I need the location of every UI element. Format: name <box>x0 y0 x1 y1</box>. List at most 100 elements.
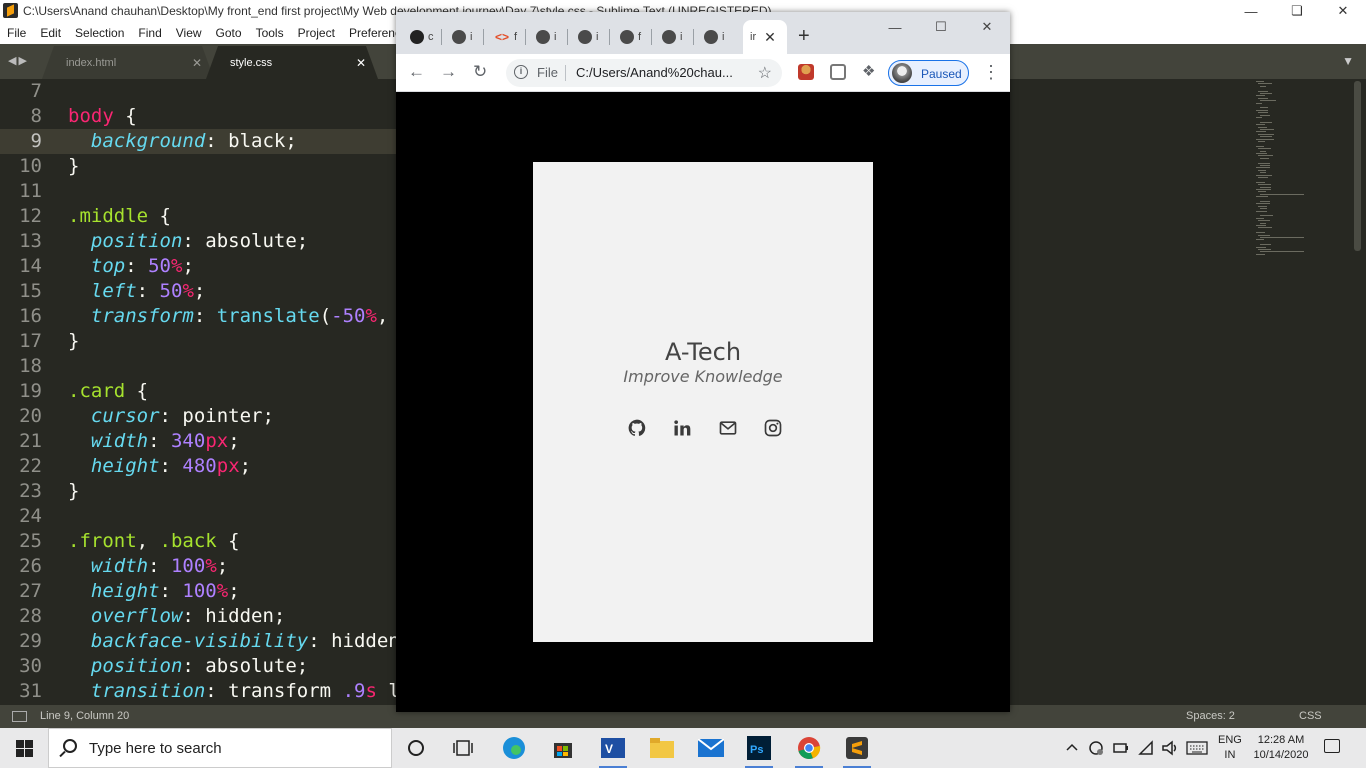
menu-project[interactable]: Project <box>291 22 342 44</box>
github-icon[interactable] <box>625 416 649 440</box>
code-token: % <box>182 280 194 302</box>
code-line[interactable]: 9 background: black; <box>0 129 400 154</box>
new-tab-button[interactable]: + <box>798 26 810 46</box>
browser-tab[interactable]: i <box>696 24 736 50</box>
panel-toggle-icon[interactable] <box>12 711 27 722</box>
syntax-setting[interactable]: CSS <box>1299 710 1322 722</box>
code-token: { <box>216 530 240 552</box>
menu-edit[interactable]: Edit <box>33 22 68 44</box>
tab-index-html[interactable]: index.html ✕ <box>42 46 214 79</box>
tab-label: c <box>428 31 434 43</box>
task-view-icon[interactable] <box>447 732 479 764</box>
forward-button[interactable]: → <box>440 63 457 81</box>
cursor-position[interactable]: Line 9, Column 20 <box>40 710 129 722</box>
browser-tab[interactable]: i <box>570 24 610 50</box>
chrome-app-icon[interactable] <box>793 732 825 768</box>
photoshop-icon[interactable]: Ps <box>743 732 775 768</box>
reload-button[interactable]: ↻ <box>473 63 487 81</box>
minimap-line <box>1260 85 1266 87</box>
linkedin-icon[interactable] <box>670 416 694 440</box>
chrome-menu-icon[interactable]: ⋮ <box>982 63 1000 81</box>
extensions-puzzle-icon[interactable]: ❖ <box>862 62 878 80</box>
browser-tab[interactable]: i <box>654 24 694 50</box>
line-number: 12 <box>19 205 42 227</box>
code-token: .middle <box>68 205 149 227</box>
notifications-icon[interactable] <box>1324 739 1340 753</box>
back-button[interactable]: ← <box>408 63 425 81</box>
profile-card[interactable]: A-Tech Improve Knowledge <box>533 162 873 642</box>
minimap[interactable] <box>1252 79 1350 269</box>
taskbar-search[interactable]: Type here to search <box>48 728 392 768</box>
battery-icon[interactable] <box>1113 742 1129 754</box>
menu-selection[interactable]: Selection <box>68 22 131 44</box>
tab-nav-arrows-icon[interactable]: ◀▶ <box>8 54 29 67</box>
code-token: .back <box>159 530 217 552</box>
browser-tab[interactable]: i <box>528 24 568 50</box>
restore-icon[interactable]: ❏ <box>1274 0 1320 22</box>
code-token: 340 <box>170 430 206 452</box>
visual-studio-icon[interactable]: V <box>597 732 629 768</box>
maximize-icon[interactable]: ☐ <box>918 12 964 42</box>
extension-bag-icon[interactable] <box>830 64 846 80</box>
profile-button[interactable]: Paused <box>888 60 969 86</box>
browser-tab[interactable]: c <box>402 24 442 50</box>
clock[interactable]: 12:28 AM 10/14/2020 <box>1250 733 1312 763</box>
tab-style-css[interactable]: style.css ✕ <box>206 46 378 79</box>
social-links <box>625 416 785 440</box>
sublime-app-icon[interactable] <box>841 732 873 768</box>
input-language[interactable]: ENG IN <box>1218 733 1242 763</box>
minimap-line <box>1256 217 1264 219</box>
menu-file[interactable]: File <box>0 22 33 44</box>
editor-scrollbar[interactable] <box>1354 81 1361 251</box>
menu-find[interactable]: Find <box>131 22 168 44</box>
tab-close-icon[interactable]: ✕ <box>192 56 202 70</box>
minimize-icon[interactable]: — <box>1228 0 1274 22</box>
address-bar[interactable]: i File C:/Users/Anand%20chau... ☆ <box>506 59 782 87</box>
windows-logo-icon <box>15 739 33 757</box>
minimap-line <box>1258 133 1274 135</box>
close-icon[interactable]: ✕ <box>1320 0 1366 22</box>
edge-icon[interactable] <box>498 732 530 764</box>
code-token: : <box>159 455 183 477</box>
tab-label: f <box>514 31 518 43</box>
code-token: : <box>159 580 183 602</box>
close-icon[interactable]: ✕ <box>964 12 1010 42</box>
file-explorer-icon[interactable] <box>646 732 678 764</box>
minimize-icon[interactable]: — <box>872 12 918 42</box>
browser-tab[interactable]: <> f <box>486 24 526 50</box>
tab-list-dropdown-icon[interactable]: ▼ <box>1342 54 1354 68</box>
browser-tab[interactable]: f <box>612 24 652 50</box>
mail-icon[interactable] <box>716 416 740 440</box>
instagram-icon[interactable] <box>761 416 785 440</box>
indentation-setting[interactable]: Spaces: 2 <box>1186 710 1235 722</box>
omnibox-divider <box>565 65 566 81</box>
profile-status: Paused <box>921 67 962 81</box>
cortana-icon[interactable] <box>400 732 432 764</box>
network-status-icon[interactable] <box>1088 740 1104 756</box>
keyboard-icon[interactable] <box>1186 741 1208 755</box>
store-icon[interactable] <box>547 732 579 764</box>
minimap-line <box>1256 109 1268 111</box>
volume-icon[interactable] <box>1161 740 1179 756</box>
line-number: 15 <box>19 280 42 302</box>
menu-tools[interactable]: Tools <box>249 22 291 44</box>
code-token: { <box>113 105 137 127</box>
tab-close-icon[interactable]: ✕ <box>356 56 366 70</box>
mail-app-icon[interactable] <box>695 732 727 764</box>
menu-view[interactable]: View <box>169 22 209 44</box>
extension-icon[interactable] <box>798 64 814 80</box>
tray-expand-icon[interactable] <box>1066 742 1078 752</box>
url-text[interactable]: C:/Users/Anand%20chau... <box>576 65 746 80</box>
code-token: .9 <box>342 680 366 702</box>
line-number: 13 <box>19 230 42 252</box>
site-info-icon[interactable]: i <box>514 65 528 79</box>
close-tab-icon[interactable]: ✕ <box>764 29 776 46</box>
start-button[interactable] <box>0 728 48 768</box>
menu-goto[interactable]: Goto <box>209 22 249 44</box>
browser-tab[interactable]: i <box>444 24 484 50</box>
line-number: 25 <box>19 530 42 552</box>
wifi-icon[interactable] <box>1138 740 1154 756</box>
browser-tab-active[interactable]: ir ✕ <box>743 20 787 54</box>
bookmark-star-icon[interactable]: ☆ <box>758 63 772 83</box>
